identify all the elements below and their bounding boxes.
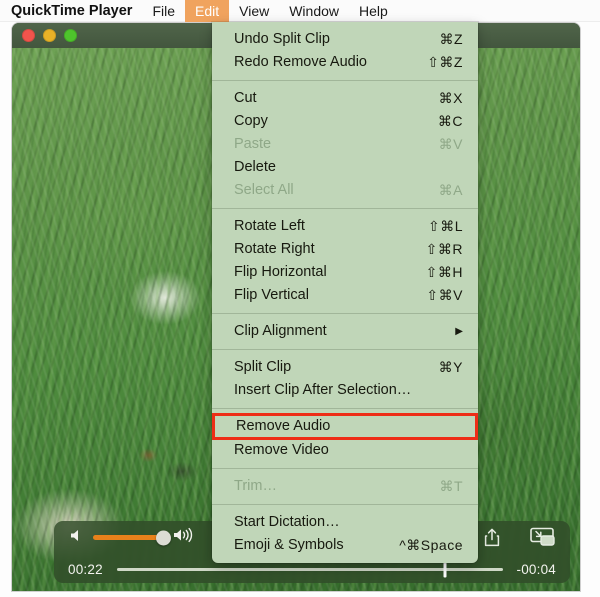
menu-item-label: Remove Video [234,442,329,458]
remove-audio-highlight-wrapper: Remove Audio [212,413,478,440]
menu-item-shortcut: ⌘A [438,182,463,198]
speaker-low-icon [69,528,86,548]
menu-item-shortcut: ⇧⌘L [427,218,463,234]
menu-item-emoji-and-symbols[interactable]: Emoji & Symbols ^⌘Space [212,534,478,557]
menu-item-remove-video[interactable]: Remove Video [212,439,478,462]
menu-item-shortcut: ⌘X [438,90,463,106]
menu-item-shortcut: ^⌘Space [399,537,463,553]
menu-item-label: Insert Clip After Selection… [234,382,412,398]
menu-separator [212,80,478,81]
menu-item-select-all: Select All ⌘A [212,179,478,202]
screenshot-root: QuickTime Player File Edit View Window H… [0,0,600,597]
menu-item-label: Split Clip [234,359,292,375]
menubar-item-window[interactable]: Window [279,0,349,22]
menu-item-label: Paste [234,136,272,152]
menubar-app-name[interactable]: QuickTime Player [0,0,142,22]
menu-item-trim: Trim… ⌘T [212,475,478,498]
close-button[interactable] [22,29,35,42]
menu-item-label: Flip Horizontal [234,264,327,280]
remaining-time-label: -00:04 [516,561,556,577]
menu-item-shortcut: ⌘Y [438,359,463,375]
menu-item-label: Clip Alignment [234,323,327,339]
menu-separator [212,504,478,505]
menu-item-paste: Paste ⌘V [212,133,478,156]
menubar-item-view[interactable]: View [229,0,279,22]
menu-item-shortcut: ⌘T [439,478,463,494]
menu-item-start-dictation[interactable]: Start Dictation… [212,511,478,534]
menu-item-label: Start Dictation… [234,514,340,530]
menu-item-label: Cut [234,90,257,106]
menu-item-label: Remove Audio [236,418,331,434]
menu-item-rotate-right[interactable]: Rotate Right ⇧⌘R [212,238,478,261]
menu-item-shortcut: ⌘V [438,136,463,152]
menu-separator [212,349,478,350]
menubar-item-help[interactable]: Help [349,0,398,22]
menu-item-insert-clip-after-selection[interactable]: Insert Clip After Selection… [212,379,478,402]
menu-item-shortcut: ⇧⌘H [425,264,463,280]
menu-item-flip-vertical[interactable]: Flip Vertical ⇧⌘V [212,284,478,307]
menu-item-label: Undo Split Clip [234,31,330,47]
macos-menu-bar: QuickTime Player File Edit View Window H… [0,0,600,22]
volume-control[interactable] [69,527,198,548]
menu-item-label: Flip Vertical [234,287,309,303]
menu-item-shortcut: ⇧⌘V [426,287,463,303]
menu-item-shortcut: ⇧⌘Z [427,54,463,70]
minimize-button[interactable] [43,29,56,42]
menubar-item-edit[interactable]: Edit [185,0,230,22]
menu-item-label: Emoji & Symbols [234,537,344,553]
menu-item-label: Redo Remove Audio [234,54,367,70]
menu-separator [212,208,478,209]
secondary-controls [484,527,556,552]
menu-item-cut[interactable]: Cut ⌘X [212,87,478,110]
volume-slider-knob[interactable] [156,530,171,545]
picture-in-picture-icon[interactable] [530,527,556,552]
menu-separator [212,468,478,469]
timeline-scrubber[interactable] [116,560,503,578]
menu-item-label: Copy [234,113,268,129]
menu-item-label: Select All [234,182,294,198]
menu-item-delete[interactable]: Delete [212,156,478,179]
menu-item-shortcut: ⌘C [437,113,463,129]
menu-item-label: Rotate Right [234,241,315,257]
menu-item-flip-horizontal[interactable]: Flip Horizontal ⇧⌘H [212,261,478,284]
menu-item-split-clip[interactable]: Split Clip ⌘Y [212,356,478,379]
playhead-marker[interactable] [443,560,447,578]
volume-slider[interactable] [93,530,171,545]
menu-item-redo-remove-audio[interactable]: Redo Remove Audio ⇧⌘Z [212,51,478,74]
menu-item-label: Delete [234,159,276,175]
menu-item-shortcut: ⌘Z [439,31,463,47]
speaker-high-icon [172,527,198,548]
edit-dropdown-menu: Undo Split Clip ⌘Z Redo Remove Audio ⇧⌘Z… [212,22,478,563]
menu-item-label: Rotate Left [234,218,305,234]
menu-separator [212,313,478,314]
share-icon[interactable] [484,528,500,552]
menubar-item-file[interactable]: File [142,0,185,22]
menu-item-label: Trim… [234,478,277,494]
menu-item-copy[interactable]: Copy ⌘C [212,110,478,133]
menu-item-clip-alignment[interactable]: Clip Alignment ▶ [212,320,478,343]
menu-item-remove-audio[interactable]: Remove Audio [212,413,478,440]
menu-item-shortcut: ⇧⌘R [425,241,463,257]
menu-item-rotate-left[interactable]: Rotate Left ⇧⌘L [212,215,478,238]
submenu-arrow-icon: ▶ [455,326,463,337]
menu-item-undo-split-clip[interactable]: Undo Split Clip ⌘Z [212,28,478,51]
current-time-label: 00:22 [68,561,103,577]
zoom-button[interactable] [64,29,77,42]
menu-separator [212,408,478,409]
